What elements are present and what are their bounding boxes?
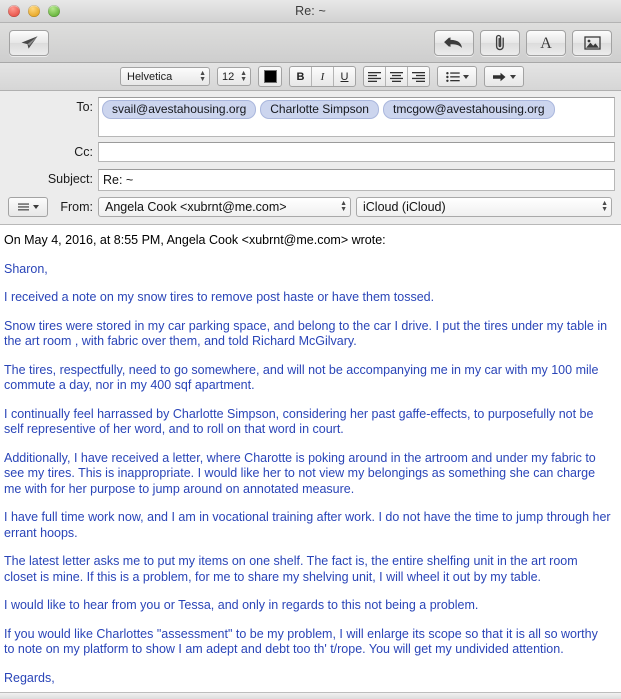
body-paragraph: Snow tires were stored in my car parking… (4, 318, 608, 349)
font-family-stepper-icon: ▲ ▼ (199, 69, 206, 83)
paperclip-icon (493, 34, 507, 51)
body-paragraph: I would like to hear from you or Tessa, … (4, 598, 479, 612)
quote-attribution: On May 4, 2016, at 8:55 PM, Angela Cook … (4, 233, 386, 247)
from-row: From: Angela Cook <xubrnt@me.com> ▲ ▼ iCl… (0, 196, 615, 218)
align-center-button[interactable] (386, 67, 408, 86)
font-family-value: Helvetica (127, 70, 173, 83)
body-paragraph: The latest letter asks me to put my item… (4, 554, 578, 584)
quoted-message: Sharon, I received a note on my snow tir… (4, 262, 611, 699)
to-row: To: svail@avestahousing.org Charlotte Si… (0, 97, 615, 137)
account-value: iCloud (iCloud) (363, 200, 446, 214)
compose-headers: To: svail@avestahousing.org Charlotte Si… (0, 91, 621, 225)
body-paragraph: Sharon, (4, 261, 48, 276)
font-size-select[interactable]: 12 ▲ ▼ (217, 67, 251, 86)
align-left-icon (368, 71, 381, 82)
body-paragraph: The tires, respectfully, need to go some… (4, 362, 599, 393)
underline-button[interactable]: U (334, 67, 355, 86)
text-color-swatch-icon (263, 70, 277, 83)
body-paragraph: I received a note on my snow tires to re… (4, 290, 435, 304)
align-right-button[interactable] (408, 67, 429, 86)
send-button[interactable] (9, 29, 49, 56)
body-paragraph: Additionally, I have received a letter, … (4, 450, 596, 496)
text-color-button[interactable] (258, 66, 282, 87)
attach-button[interactable] (480, 29, 520, 56)
bold-button[interactable]: B (290, 67, 312, 86)
window-title: Re: ~ (295, 4, 326, 18)
reply-all-icon (443, 35, 465, 50)
zoom-button-icon[interactable] (48, 5, 60, 17)
mail-compose-window: Re: ~ A Helvetica ▲ ▼ 12 ▲ ▼ B I U To: s… (0, 0, 621, 699)
cc-label: Cc: (74, 145, 93, 159)
cc-field[interactable] (98, 142, 615, 162)
font-size-value: 12 (222, 70, 235, 83)
photo-browser-button[interactable] (572, 29, 612, 56)
compose-toolbar: A (0, 23, 621, 63)
cc-row: Cc: (0, 142, 615, 164)
header-menu-caret-icon (32, 205, 39, 209)
minimize-button-icon[interactable] (28, 5, 40, 17)
italic-button[interactable]: I (312, 67, 334, 86)
align-center-icon (390, 71, 403, 82)
account-select-stepper-icon: ▲ ▼ (601, 200, 608, 213)
message-body[interactable]: On May 4, 2016, at 8:55 PM, Angela Cook … (0, 225, 621, 699)
hamburger-icon (17, 203, 29, 211)
from-value: Angela Cook <xubrnt@me.com> (105, 200, 287, 214)
list-style-menu[interactable] (437, 66, 477, 87)
subject-row: Subject: Re: ~ (0, 169, 615, 191)
reply-all-button[interactable] (434, 29, 474, 56)
text-style-group: B I U (289, 66, 356, 87)
alignment-group (363, 66, 430, 87)
close-button-icon[interactable] (8, 5, 20, 17)
fonts-button[interactable]: A (526, 29, 566, 56)
format-toolbar: Helvetica ▲ ▼ 12 ▲ ▼ B I U (0, 63, 621, 91)
align-left-button[interactable] (364, 67, 386, 86)
from-label: From: (60, 200, 93, 214)
recipient-token[interactable]: Charlotte Simpson (260, 100, 379, 119)
font-size-stepper-icon: ▲ ▼ (240, 69, 247, 83)
window-bottom-edge (0, 692, 621, 699)
from-account-select[interactable]: Angela Cook <xubrnt@me.com> ▲ ▼ (98, 197, 351, 217)
subject-field[interactable]: Re: ~ (98, 169, 615, 191)
window-controls (8, 5, 60, 17)
indent-menu-caret-icon (509, 74, 516, 79)
toolbar-right-group: A (434, 29, 612, 56)
indent-menu[interactable] (484, 66, 524, 87)
to-field[interactable]: svail@avestahousing.org Charlotte Simpso… (98, 97, 615, 137)
header-fields-menu-button[interactable] (8, 197, 48, 217)
font-family-select[interactable]: Helvetica ▲ ▼ (120, 67, 210, 86)
body-paragraph: If you would like Charlottes "assessment… (4, 626, 598, 657)
subject-label: Subject: (47, 172, 93, 186)
toolbar-left-group (9, 29, 49, 56)
align-right-icon (412, 71, 425, 82)
subject-value: Re: ~ (103, 173, 134, 187)
svg-text:A: A (540, 35, 552, 51)
title-bar: Re: ~ (0, 0, 621, 23)
body-paragraph: I have full time work now, and I am in v… (4, 510, 611, 540)
font-panel-icon: A (538, 34, 554, 51)
body-paragraph: I continually feel harrassed by Charlott… (4, 406, 594, 437)
bulleted-list-icon (445, 71, 460, 82)
photo-browser-icon (583, 35, 601, 50)
send-paper-plane-icon (20, 35, 39, 50)
from-select-stepper-icon: ▲ ▼ (340, 200, 347, 213)
sending-account-select[interactable]: iCloud (iCloud) ▲ ▼ (356, 197, 612, 217)
list-menu-caret-icon (462, 74, 469, 79)
to-label: To: (76, 100, 93, 114)
recipient-token[interactable]: tmcgow@avestahousing.org (382, 100, 555, 119)
body-paragraph: Regards, (4, 670, 55, 685)
indent-arrow-icon (492, 72, 505, 81)
recipient-token[interactable]: svail@avestahousing.org (102, 100, 257, 119)
